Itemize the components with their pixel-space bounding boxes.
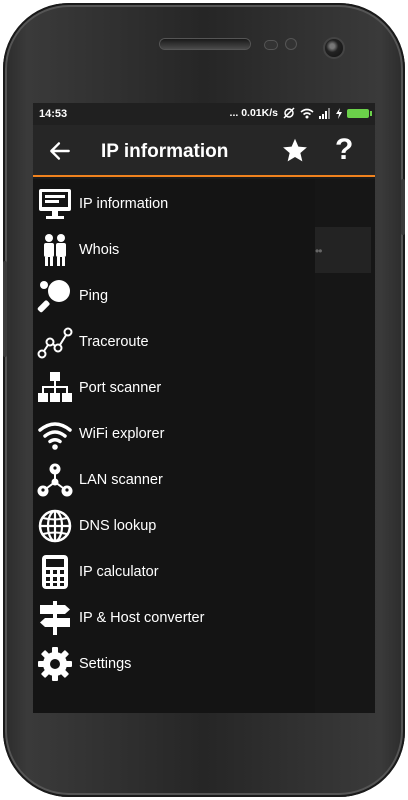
drawer-item-label: IP information	[79, 196, 169, 212]
power-button	[401, 179, 405, 235]
drawer-item-wifi-explorer[interactable]: WiFi explorer	[33, 411, 315, 457]
globe-icon	[38, 509, 72, 543]
earpiece-speaker	[160, 39, 250, 49]
drawer-item-label: LAN scanner	[79, 472, 163, 488]
charging-icon	[336, 107, 342, 119]
proximity-sensor	[265, 41, 277, 49]
network-speed: ... 0.01K/s	[229, 107, 278, 119]
drawer-item-settings[interactable]: Settings	[33, 641, 315, 687]
wifi-status-icon	[300, 108, 314, 118]
drawer-item-ping[interactable]: Ping	[33, 273, 315, 319]
screen: 14:53 ... 0.01K/s IP information ? •• IP…	[33, 103, 375, 713]
status-time: 14:53	[39, 108, 68, 120]
drawer-item-label: DNS lookup	[79, 518, 157, 534]
data-saver-icon	[283, 107, 295, 119]
signal-icon	[319, 107, 330, 119]
content-dots: ••	[315, 244, 322, 258]
gear-icon	[38, 647, 72, 681]
status-bar: 14:53 ... 0.01K/s	[33, 103, 375, 125]
status-icons: ... 0.01K/s	[229, 107, 372, 119]
network-tree-icon	[38, 372, 72, 402]
volume-button	[3, 261, 7, 357]
drawer-item-port-scanner[interactable]: Port scanner	[33, 365, 315, 411]
drawer-item-label: Port scanner	[79, 380, 162, 396]
drawer-item-ip-information[interactable]: IP information	[33, 181, 315, 227]
wifi-icon	[38, 422, 72, 450]
drawer-item-label: WiFi explorer	[79, 426, 165, 442]
drawer-item-label: Whois	[79, 242, 120, 258]
drawer-item-lan-scanner[interactable]: LAN scanner	[33, 457, 315, 503]
signpost-icon	[40, 601, 70, 635]
star-icon[interactable]	[281, 137, 309, 165]
help-button[interactable]: ?	[335, 134, 353, 166]
drawer-item-ip-host-converter[interactable]: IP & Host converter	[33, 595, 315, 641]
drawer-item-label: Traceroute	[79, 334, 149, 350]
drawer-item-dns-lookup[interactable]: DNS lookup	[33, 503, 315, 549]
navigation-drawer: IP information Whois Ping Traceroute Por…	[33, 179, 315, 713]
drawer-item-label: IP calculator	[79, 564, 159, 580]
monitor-icon	[39, 189, 71, 219]
route-icon	[37, 327, 73, 359]
front-camera	[325, 39, 343, 57]
content-card	[315, 227, 371, 273]
page-title: IP information	[101, 141, 229, 162]
back-arrow-icon[interactable]	[47, 138, 73, 164]
ping-pong-icon	[37, 280, 70, 313]
drawer-item-label: Ping	[79, 288, 109, 304]
battery-icon	[347, 108, 372, 118]
drawer-item-traceroute[interactable]: Traceroute	[33, 319, 315, 365]
lan-icon	[37, 463, 73, 497]
calculator-icon	[42, 555, 68, 589]
people-icon	[44, 234, 66, 266]
drawer-item-label: Settings	[79, 656, 132, 672]
app-bar: IP information ?	[33, 125, 375, 177]
light-sensor	[286, 39, 296, 49]
drawer-item-ip-calculator[interactable]: IP calculator	[33, 549, 315, 595]
drawer-item-whois[interactable]: Whois	[33, 227, 315, 273]
drawer-item-label: IP & Host converter	[79, 610, 205, 626]
